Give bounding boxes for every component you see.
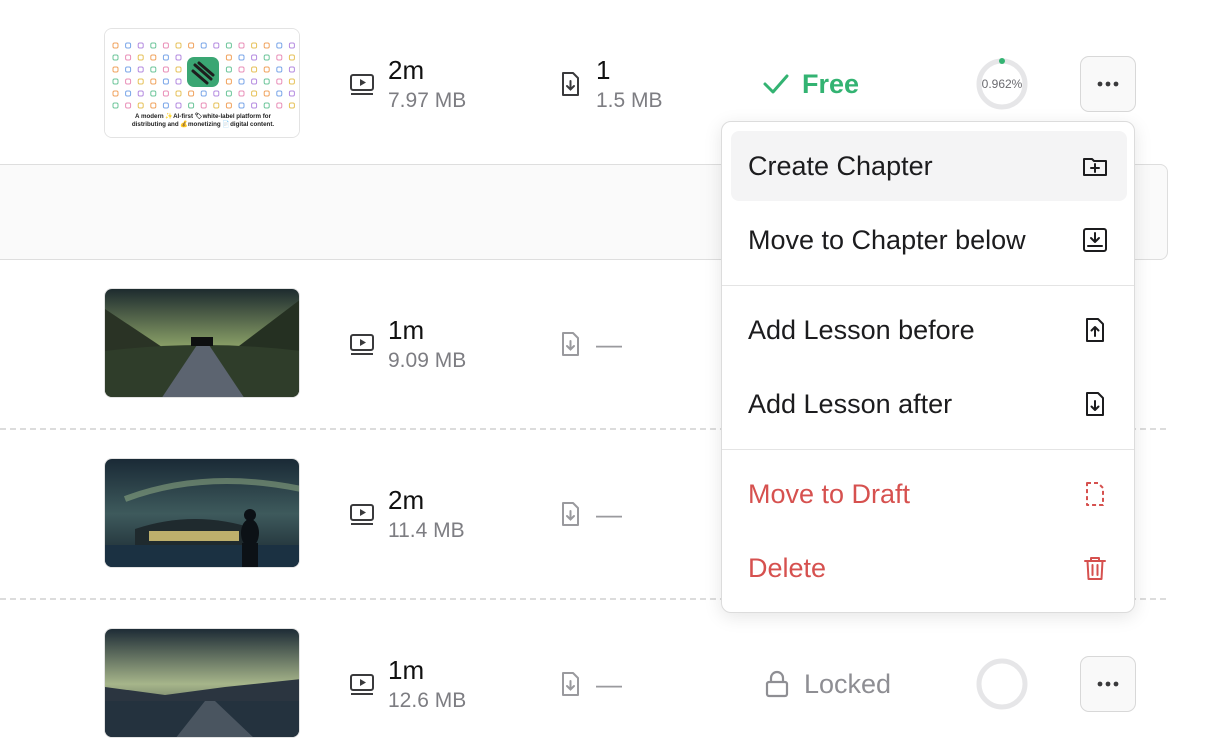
menu-item-label: Delete xyxy=(748,552,827,583)
check-icon xyxy=(763,74,789,94)
status-free: Free xyxy=(762,68,859,100)
progress-ring xyxy=(974,656,1030,712)
trash-icon xyxy=(1084,557,1106,580)
video-icon xyxy=(350,334,374,355)
video-icon xyxy=(350,504,374,525)
lock-icon xyxy=(765,670,789,698)
banner-line-1: A modern ✨AI-first 🏷white-label platform… xyxy=(135,113,271,120)
dashed-file-icon xyxy=(1086,482,1104,506)
video-duration: 2m xyxy=(388,55,425,85)
menu-item-move-to-chapter-below[interactable]: Move to Chapter below xyxy=(731,205,1127,275)
menu-item-label: Add Lesson after xyxy=(748,388,953,419)
menu-item-label: Move to Chapter below xyxy=(748,224,1026,255)
lesson-context-menu: Create Chapter Move to Chapter below Add… xyxy=(721,121,1135,613)
ellipsis-icon xyxy=(1097,81,1119,87)
video-size: 12.6 MB xyxy=(388,689,467,712)
menu-divider xyxy=(722,285,1134,286)
more-actions-button[interactable] xyxy=(1080,656,1136,712)
attachments-empty: — xyxy=(596,669,622,699)
tray-down-icon xyxy=(1083,228,1107,252)
ellipsis-icon xyxy=(1097,681,1119,687)
file-arrow-up-icon xyxy=(1086,318,1104,342)
menu-divider xyxy=(722,449,1134,450)
attachments-count: 1 xyxy=(596,55,611,85)
menu-item-move-to-draft[interactable]: Move to Draft xyxy=(731,459,1127,529)
video-duration: 2m xyxy=(388,485,425,515)
menu-item-create-chapter[interactable]: Create Chapter xyxy=(731,131,1127,201)
lesson-thumbnail xyxy=(104,288,300,398)
folder-plus-icon xyxy=(1083,158,1107,176)
menu-item-add-lesson-after[interactable]: Add Lesson after xyxy=(731,369,1127,439)
attachments-empty: — xyxy=(596,499,622,529)
attachment-file-icon xyxy=(562,72,579,96)
lesson-row[interactable]: 1m 12.6 MB — Locked xyxy=(0,628,1206,740)
attachment-file-icon xyxy=(562,502,579,526)
status-label: Locked xyxy=(804,669,892,699)
video-size: 11.4 MB xyxy=(388,519,465,542)
progress-percent: 0.962% xyxy=(981,77,1023,91)
video-size: 9.09 MB xyxy=(388,349,467,372)
video-duration: 1m xyxy=(388,655,425,685)
video-icon xyxy=(350,674,374,695)
attachments-size: 1.5 MB xyxy=(596,89,663,112)
attachment-file-icon xyxy=(562,332,579,356)
lesson-thumbnail xyxy=(104,458,300,568)
lesson-thumbnail: A modern ✨AI-first 🏷white-label platform… xyxy=(104,28,300,138)
menu-item-label: Create Chapter xyxy=(748,150,933,181)
status-locked: Locked xyxy=(764,668,891,700)
video-size: 7.97 MB xyxy=(388,89,467,112)
attachments-empty: — xyxy=(596,329,622,359)
menu-item-add-lesson-before[interactable]: Add Lesson before xyxy=(731,295,1127,365)
more-actions-button[interactable] xyxy=(1080,56,1136,112)
lesson-thumbnail xyxy=(104,628,300,738)
status-label: Free xyxy=(802,69,860,99)
video-duration: 1m xyxy=(388,315,425,345)
progress-ring: 0.962% xyxy=(974,56,1030,112)
banner-line-2: distributing and 💰monetizing 📄digital co… xyxy=(131,121,275,128)
menu-item-label: Move to Draft xyxy=(748,478,911,509)
video-icon xyxy=(350,74,374,95)
menu-item-label: Add Lesson before xyxy=(748,314,975,345)
file-arrow-down-icon xyxy=(1086,392,1104,416)
attachment-file-icon xyxy=(562,672,579,696)
menu-item-delete[interactable]: Delete xyxy=(731,533,1127,603)
